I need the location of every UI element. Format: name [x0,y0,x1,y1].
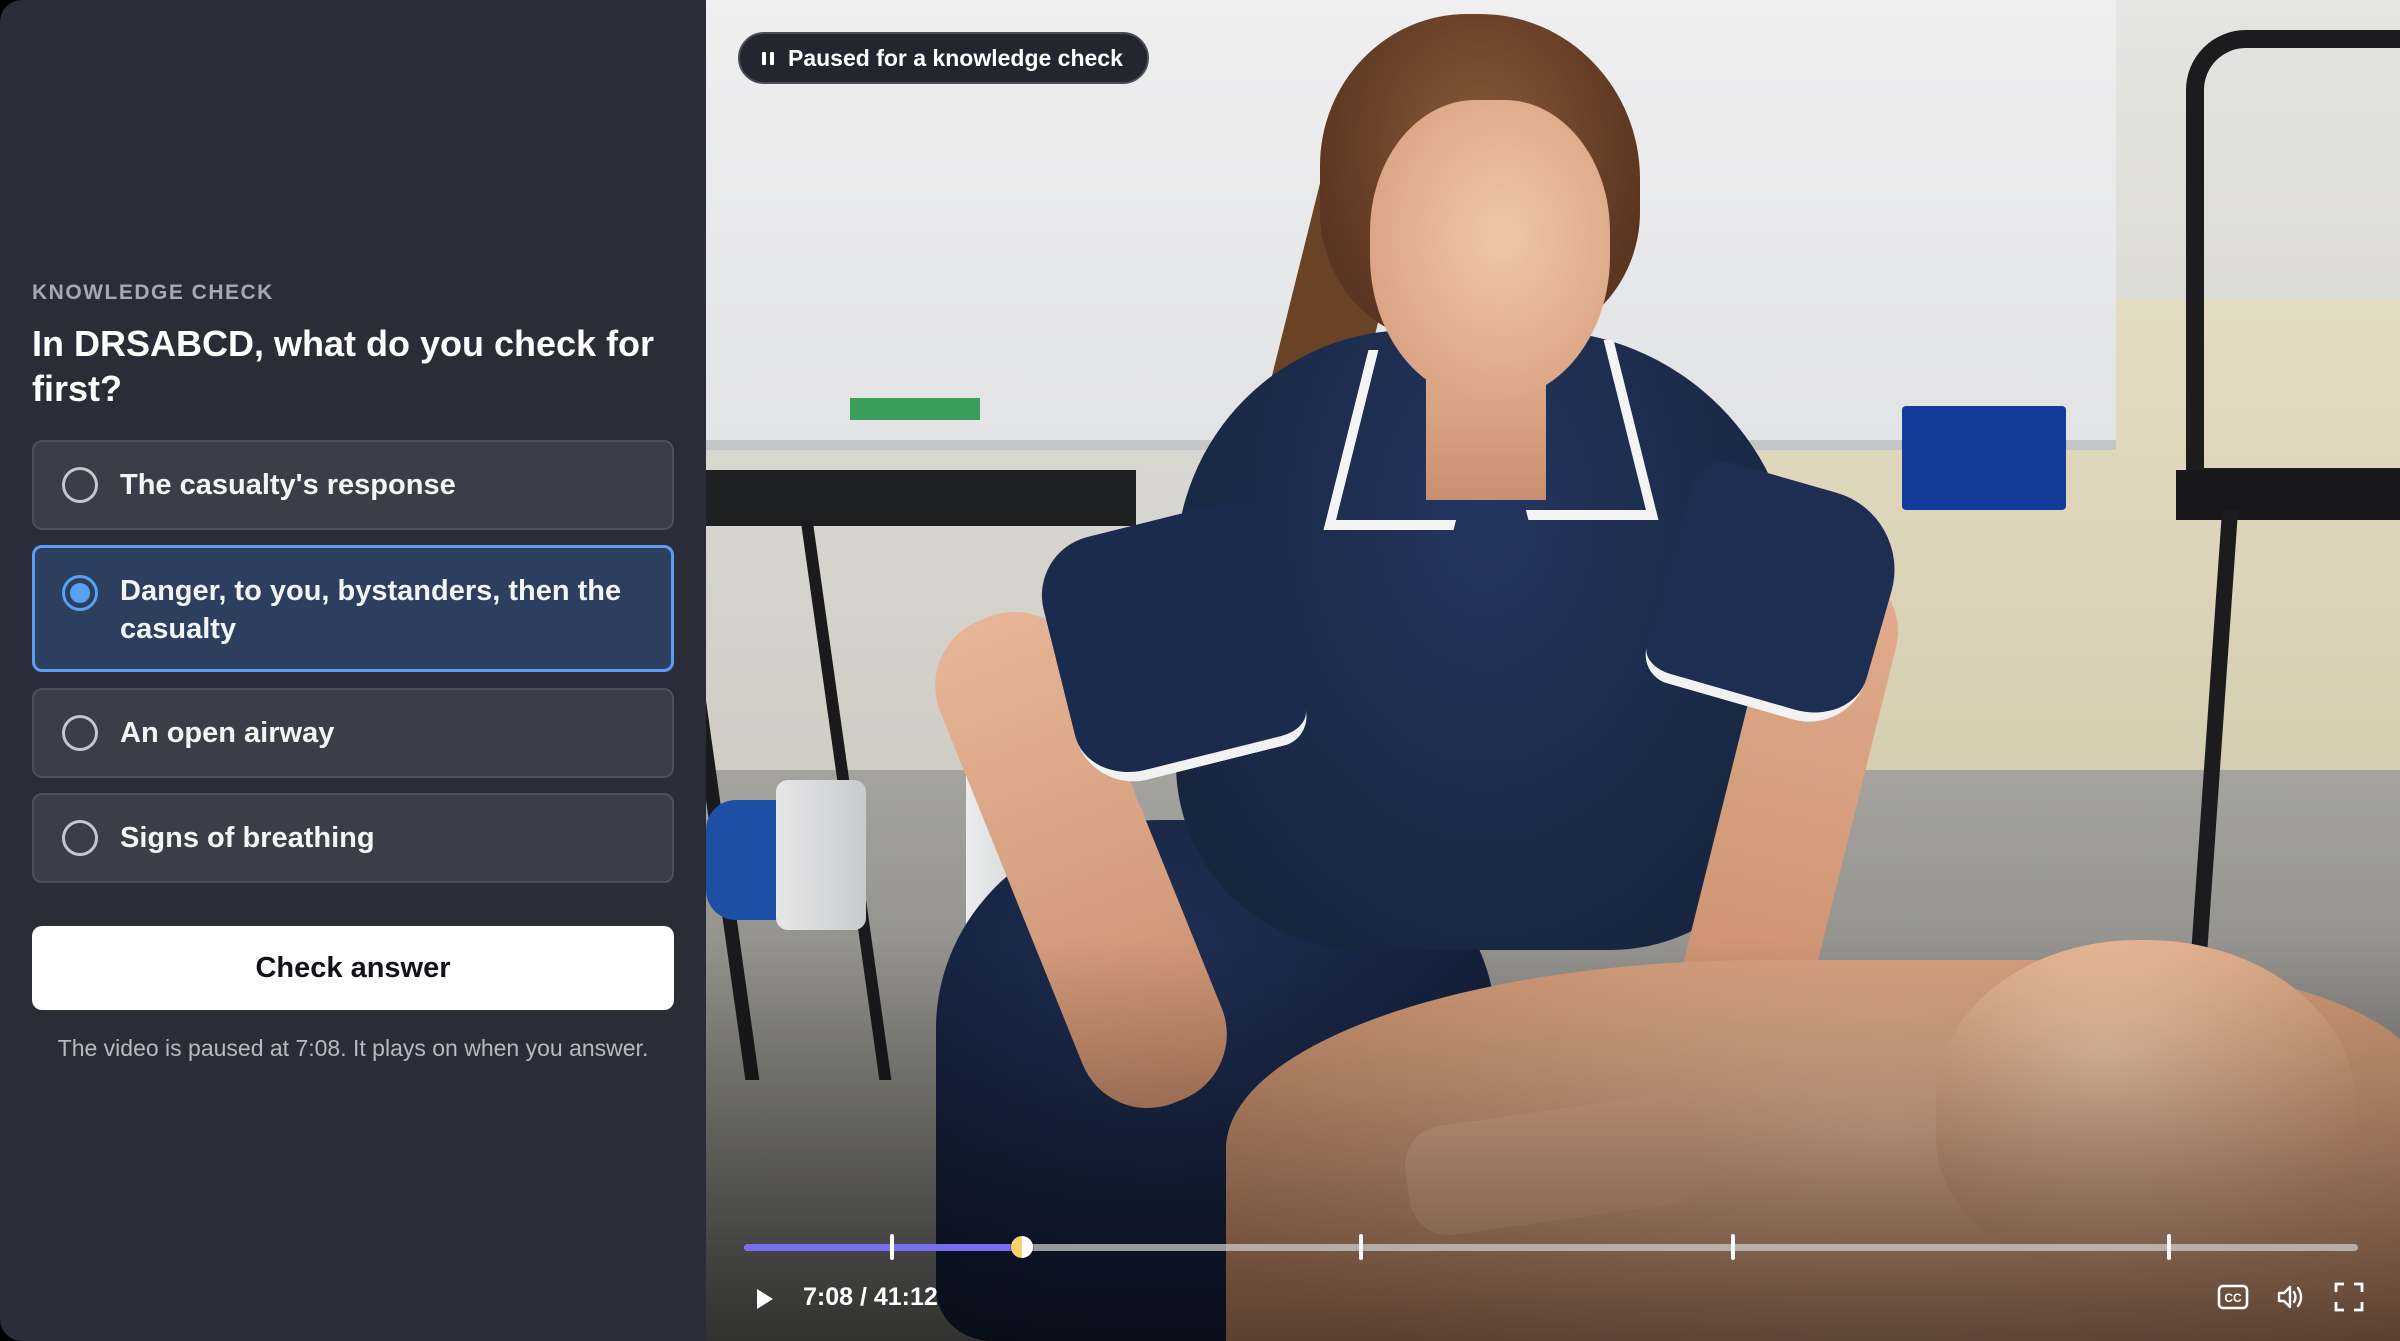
video-player[interactable]: Paused for a knowledge check 7:08 / 41:1… [706,0,2400,1341]
answer-option-1[interactable]: The casualty's response [32,440,674,530]
paused-status-pill: Paused for a knowledge check [738,32,1149,84]
knowledge-check-panel: KNOWLEDGE CHECK In DRSABCD, what do you … [0,0,706,1341]
answer-option-label: The casualty's response [120,469,456,501]
answer-option-label: Signs of breathing [120,822,375,854]
radio-button[interactable] [62,820,98,856]
cc-icon: CC [2217,1284,2249,1310]
radio-button[interactable] [62,715,98,751]
answer-option-4[interactable]: Signs of breathing [32,793,674,883]
volume-button[interactable] [2270,1276,2312,1318]
paused-status-text: Paused for a knowledge check [788,44,1123,71]
play-icon [757,1289,773,1309]
chapter-marker[interactable] [1731,1234,1736,1260]
pause-icon [762,51,774,65]
chapter-marker[interactable] [2167,1234,2172,1260]
answer-option-label: Danger, to you, bystanders, then the cas… [120,575,622,645]
panel-eyebrow: KNOWLEDGE CHECK [32,281,274,304]
answer-option-label: An open airway [120,717,335,749]
radio-button[interactable] [62,467,98,503]
fullscreen-button[interactable] [2328,1276,2370,1318]
video-controls-gradient [706,0,2400,1341]
volume-icon [2277,1285,2303,1309]
answer-option-2[interactable]: Danger, to you, bystanders, then the cas… [32,545,674,672]
fullscreen-icon [2334,1282,2364,1312]
scrubber-handle[interactable] [1010,1236,1033,1258]
svg-text:CC: CC [2224,1291,2242,1305]
play-button[interactable] [744,1278,786,1320]
pause-hint-text: The video is paused at 7:08. It plays on… [57,1035,649,1061]
question-text: In DRSABCD, what do you check for first? [32,323,655,409]
radio-button-selected[interactable] [62,575,98,611]
progress-bar[interactable] [744,1234,2358,1260]
time-display: 7:08 / 41:12 [803,1283,938,1311]
captions-button[interactable]: CC [2212,1276,2254,1318]
answer-option-3[interactable]: An open airway [32,688,674,778]
check-answer-button[interactable]: Check answer [32,926,674,1010]
chapter-marker[interactable] [890,1234,895,1260]
chapter-marker[interactable] [1358,1234,1363,1260]
progress-fill [744,1244,1022,1251]
